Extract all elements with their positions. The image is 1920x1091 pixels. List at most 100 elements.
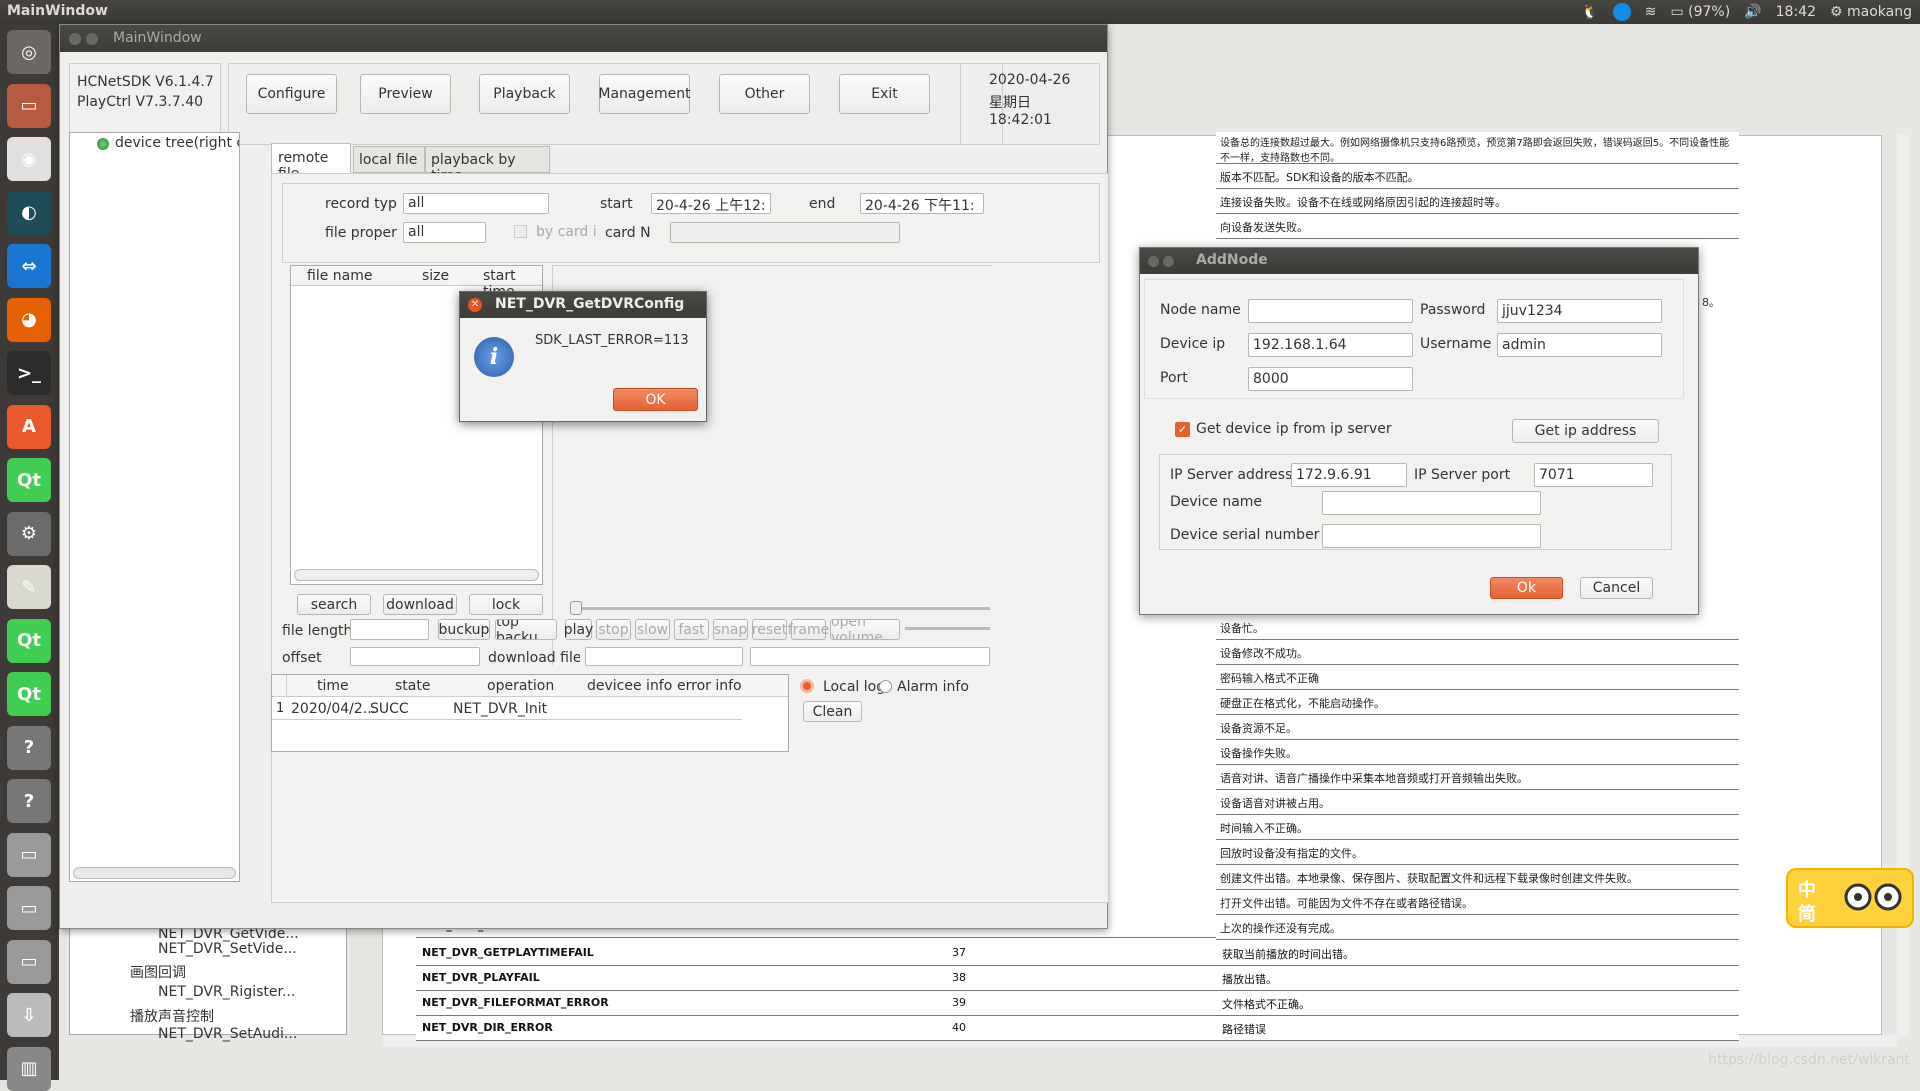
device-name-input[interactable]: [1322, 491, 1541, 515]
snap-button[interactable]: snap: [713, 619, 748, 640]
tab-remote-file[interactable]: remote file: [271, 143, 351, 182]
bg-tree-folder[interactable]: 画图回调: [130, 962, 186, 982]
error-dialog-titlebar[interactable]: ✕ NET_DVR_GetDVRConfig: [460, 292, 706, 318]
bg-tree-folder[interactable]: 播放声音控制: [130, 1006, 214, 1026]
bg-tree-item[interactable]: NET_DVR_SetAudi...: [158, 1026, 297, 1042]
volume-icon[interactable]: 🔊: [1744, 4, 1761, 20]
volume-slider[interactable]: [905, 627, 990, 630]
qt-designer-icon[interactable]: Qt: [7, 672, 51, 716]
file-length-input[interactable]: [350, 619, 429, 640]
slow-button[interactable]: slow: [635, 619, 670, 640]
qt-creator-icon[interactable]: Qt: [7, 458, 51, 502]
stop-button[interactable]: stop: [596, 619, 631, 640]
file-table-scrollbar[interactable]: [294, 569, 539, 581]
trash-icon[interactable]: ▥: [7, 1046, 51, 1091]
management-button[interactable]: Management: [598, 74, 691, 114]
terminal-icon[interactable]: >_: [7, 351, 51, 395]
username-input[interactable]: admin: [1497, 333, 1662, 357]
wifi-icon[interactable]: ≋: [1645, 4, 1657, 20]
reset-button[interactable]: reset: [752, 619, 787, 640]
teamviewer-tray-icon[interactable]: [1612, 3, 1631, 21]
close-icon[interactable]: ✕: [468, 298, 482, 312]
download-file-name-input[interactable]: [585, 647, 743, 666]
col-size[interactable]: size: [422, 268, 449, 284]
card-no-input[interactable]: [670, 222, 900, 243]
col-file-name[interactable]: file name: [307, 268, 372, 284]
tab-playback-by-time[interactable]: playback by time: [425, 146, 550, 184]
ip-server-input[interactable]: 172.9.6.91: [1291, 463, 1407, 487]
clean-button[interactable]: Clean: [803, 701, 862, 722]
configure-button[interactable]: Configure: [246, 74, 337, 114]
end-datetime-input[interactable]: 20-4-26 下午11:: [860, 193, 984, 214]
error-ok-button[interactable]: OK: [613, 388, 698, 411]
get-ip-checkbox[interactable]: ✓: [1175, 422, 1190, 437]
other-button[interactable]: Other: [719, 74, 810, 114]
log-row[interactable]: 1 2020/04/2... SUCC NET_DVR_Init: [272, 698, 742, 720]
record-type-select[interactable]: all: [403, 193, 549, 214]
preview-button[interactable]: Preview: [360, 74, 451, 114]
minimize-icon[interactable]: [86, 33, 98, 45]
teamviewer-icon[interactable]: ⇔: [7, 244, 51, 288]
bg-tree-pane[interactable]: NET_DVR_GetVide... NET_DVR_SetVide... 画图…: [69, 925, 347, 1042]
start-datetime-input[interactable]: 20-4-26 上午12:: [651, 193, 771, 214]
drive-icon-2[interactable]: ▭: [7, 886, 51, 930]
node-name-input[interactable]: [1248, 299, 1413, 323]
log-col-error-info[interactable]: error info: [677, 678, 742, 694]
stop-backup-button[interactable]: top backu: [495, 619, 557, 640]
search-button[interactable]: search: [297, 594, 371, 615]
log-table[interactable]: time state operation devicee info error …: [271, 674, 789, 752]
files-icon[interactable]: ▭: [7, 83, 51, 128]
buckup-button[interactable]: buckup: [438, 619, 490, 640]
ip-server-port-input[interactable]: 7071: [1534, 463, 1653, 487]
play-button[interactable]: play: [564, 619, 593, 640]
close-icon[interactable]: [1148, 256, 1159, 267]
usb-icon[interactable]: ⇩: [7, 993, 51, 1037]
device-tree-root[interactable]: device tree(right c: [115, 135, 239, 151]
close-icon[interactable]: [69, 33, 81, 45]
progress-handle[interactable]: [570, 601, 582, 615]
log-col-time[interactable]: time: [317, 678, 349, 694]
offset-input[interactable]: [350, 647, 480, 666]
port-input[interactable]: 8000: [1248, 367, 1413, 391]
drive-icon[interactable]: ▭: [7, 832, 51, 877]
device-tree-scrollbar[interactable]: [73, 867, 236, 879]
add-node-ok-button[interactable]: Ok: [1490, 577, 1563, 599]
log-col-state[interactable]: state: [395, 678, 430, 694]
lock-button[interactable]: lock: [469, 594, 543, 615]
fast-button[interactable]: fast: [674, 619, 709, 640]
chrome-icon[interactable]: ◉: [7, 137, 51, 181]
help-icon[interactable]: ?: [7, 725, 51, 770]
file-property-select[interactable]: all: [403, 222, 486, 243]
gitkraken-icon[interactable]: ◐: [7, 190, 51, 235]
minimize-icon[interactable]: [1163, 256, 1174, 267]
open-volume-button[interactable]: open volume: [830, 619, 900, 640]
penguin-icon[interactable]: 🐧: [1581, 4, 1598, 20]
clock[interactable]: 18:42: [1776, 4, 1816, 20]
get-ip-address-button[interactable]: Get ip address: [1512, 419, 1659, 443]
playback-button[interactable]: Playback: [479, 74, 570, 114]
main-titlebar[interactable]: MainWindow: [60, 25, 1107, 52]
exit-button[interactable]: Exit: [839, 74, 930, 114]
qt-icon[interactable]: Qt: [7, 618, 51, 663]
frame-button[interactable]: frame: [788, 619, 829, 640]
ime-widget[interactable]: 中 简: [1786, 868, 1914, 928]
bg-tree-item[interactable]: NET_DVR_Rigister...: [158, 984, 295, 1000]
add-node-titlebar[interactable]: AddNode: [1140, 248, 1698, 274]
log-col-device-info[interactable]: devicee info: [587, 678, 672, 694]
device-serial-input[interactable]: [1322, 524, 1541, 548]
device-tree[interactable]: device tree(right c: [69, 132, 240, 882]
password-input[interactable]: jjuv1234: [1497, 299, 1662, 323]
tab-local-file[interactable]: local file: [353, 146, 425, 173]
drive-icon-3[interactable]: ▭: [7, 939, 51, 984]
play-progress-slider[interactable]: [570, 607, 990, 610]
add-node-cancel-button[interactable]: Cancel: [1580, 577, 1653, 599]
ubuntu-dash-icon[interactable]: ◎: [7, 30, 51, 74]
software-center-icon[interactable]: A: [7, 404, 51, 449]
alarm-info-radio[interactable]: [879, 680, 892, 693]
help-icon-2[interactable]: ?: [7, 779, 51, 823]
firefox-icon[interactable]: ◕: [7, 297, 51, 342]
download-path-input[interactable]: [750, 647, 990, 666]
download-button[interactable]: download: [383, 594, 457, 615]
battery-icon[interactable]: ▭ (97%): [1670, 4, 1730, 20]
by-card-checkbox[interactable]: [514, 225, 527, 238]
